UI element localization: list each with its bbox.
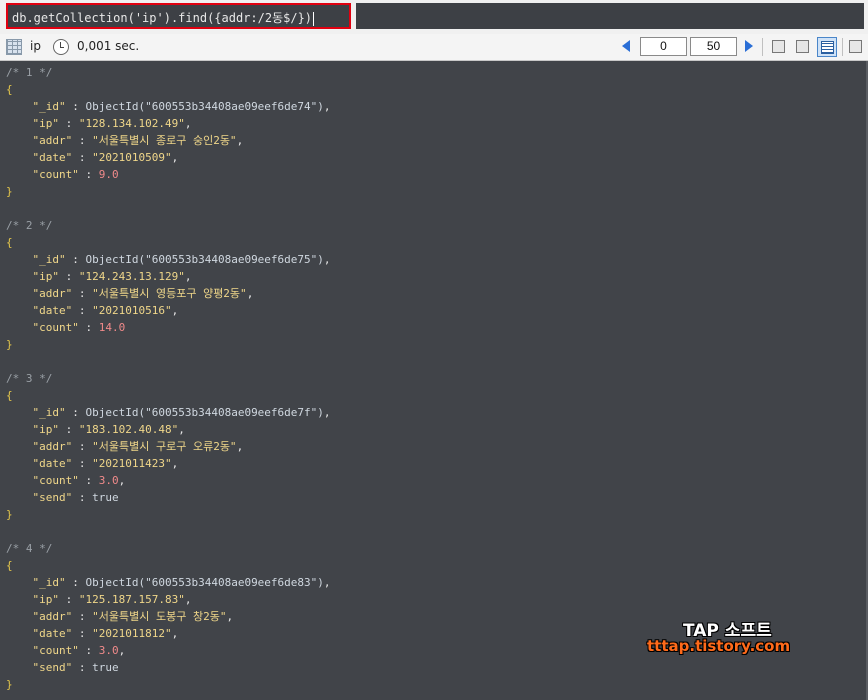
field-count: "count" : 14.0 [32,321,126,334]
field-date: "date" : "2021011423", [32,457,179,470]
field-count: "count" : 3.0, [32,644,126,657]
close-brace: } [6,338,13,351]
skip-input[interactable]: 0 [640,37,687,56]
field-date: "date" : "2021010509", [32,151,179,164]
field-ip: "ip" : "125.187.157.83", [32,593,192,606]
field-count: "count" : 9.0 [32,168,119,181]
document-comment: /* 2 */ [6,219,53,232]
field-count: "count" : 3.0, [32,474,126,487]
open-brace: { [6,389,13,402]
query-bar: db.getCollection('ip').find({addr:/2동$/}… [0,0,868,35]
query-text: db.getCollection('ip').find({addr:/2동$/}… [12,11,315,26]
tree-view-icon [772,40,785,53]
table-view-button[interactable] [793,37,813,57]
text-cursor [313,11,315,26]
next-page-icon[interactable] [745,40,753,52]
field-addr: "addr" : "서울특별시 종로구 숭인2동", [32,134,244,147]
close-brace: } [6,508,13,521]
open-brace: { [6,559,13,572]
field-ip: "ip" : "124.243.13.129", [32,270,192,283]
field-send: "send" : true [32,491,119,504]
clock-icon [53,39,69,55]
limit-input[interactable]: 50 [690,37,737,56]
result-toolbar: ip 0,001 sec. 0 50 [0,34,868,61]
query-time: 0,001 sec. [77,39,140,53]
document-comment: /* 4 */ [6,542,53,555]
document-2: /* 2 */ { "_id" : ObjectId("600553b34408… [6,217,331,353]
document-4: /* 4 */ { "_id" : ObjectId("600553b34408… [6,540,331,693]
detach-icon [849,40,862,53]
document-comment: /* 3 */ [6,372,53,385]
field-date: "date" : "2021010516", [32,304,179,317]
document-1: /* 1 */ { "_id" : ObjectId("600553b34408… [6,64,331,200]
watermark-url: tttap.tistory.com [647,637,791,655]
field-send: "send" : true [32,661,119,674]
results-panel[interactable]: /* 1 */ { "_id" : ObjectId("600553b34408… [0,61,868,700]
close-brace: } [6,678,13,691]
open-brace: { [6,83,13,96]
field-addr: "addr" : "서울특별시 구로구 오류2동", [32,440,244,453]
query-editor-area[interactable] [356,3,864,29]
field-id: "_id" : ObjectId("600553b34408ae09eef6de… [32,576,331,589]
tree-view-button[interactable] [769,37,789,57]
field-id: "_id" : ObjectId("600553b34408ae09eef6de… [32,406,331,419]
toolbar-divider [762,38,763,56]
field-id: "_id" : ObjectId("600553b34408ae09eef6de… [32,100,331,113]
detach-button[interactable] [846,37,866,57]
field-addr: "addr" : "서울특별시 도봉구 창2동", [32,610,234,623]
field-id: "_id" : ObjectId("600553b34408ae09eef6de… [32,253,331,266]
field-date: "date" : "2021011812", [32,627,179,640]
field-ip: "ip" : "128.134.102.49", [32,117,192,130]
collection-icon [6,39,22,55]
text-view-icon [821,41,834,54]
query-input[interactable]: db.getCollection('ip').find({addr:/2동$/}… [6,3,351,29]
document-comment: /* 1 */ [6,66,53,79]
table-view-icon [796,40,809,53]
close-brace: } [6,185,13,198]
open-brace: { [6,236,13,249]
collection-name: ip [30,39,41,53]
text-view-button[interactable] [817,37,837,57]
toolbar-divider [842,38,843,56]
document-3: /* 3 */ { "_id" : ObjectId("600553b34408… [6,370,331,523]
previous-page-icon[interactable] [622,40,630,52]
field-ip: "ip" : "183.102.40.48", [32,423,185,436]
field-addr: "addr" : "서울특별시 영등포구 양평2동", [32,287,254,300]
